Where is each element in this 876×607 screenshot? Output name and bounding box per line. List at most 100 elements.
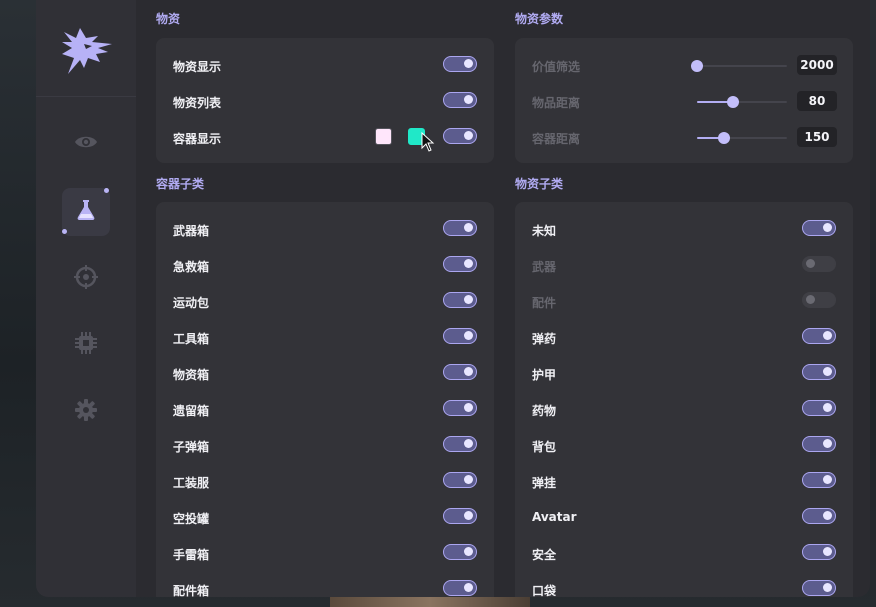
- item-list-toggle[interactable]: [443, 92, 477, 108]
- flask-icon: [74, 198, 98, 226]
- list-item: 配件箱: [156, 572, 494, 597]
- item-params-panel: 价值筛选 2000 物品距离 80 容器距离 150: [515, 38, 853, 163]
- container-display-toggle[interactable]: [443, 128, 477, 144]
- container-color-swatch[interactable]: [375, 128, 392, 145]
- container-type-label: 物资箱: [173, 368, 210, 382]
- item-type-label: 背包: [532, 440, 557, 454]
- container-type-label: 急救箱: [173, 260, 210, 274]
- chip-icon: [74, 331, 98, 359]
- container-types-panel: 武器箱 急救箱 运动包 工具箱 物资箱 遗留箱 子弹箱 工装服 空投罐 手雷箱 …: [156, 202, 494, 597]
- section-title-container-types: 容器子类: [156, 177, 205, 191]
- item-type-toggle[interactable]: [802, 436, 836, 452]
- container-type-toggle[interactable]: [443, 328, 477, 344]
- list-item: 价值筛选 2000: [515, 48, 853, 84]
- item-type-toggle[interactable]: [802, 364, 836, 380]
- container-type-toggle[interactable]: [443, 400, 477, 416]
- list-item: 药物: [515, 392, 853, 428]
- container-type-toggle[interactable]: [443, 544, 477, 560]
- list-item: 配件: [515, 284, 853, 320]
- active-indicator-dot: [62, 229, 67, 234]
- container-type-toggle[interactable]: [443, 436, 477, 452]
- item-type-label: 药物: [532, 404, 557, 418]
- item-type-label: 弹药: [532, 332, 557, 346]
- value-filter-label: 价值筛选: [532, 60, 581, 74]
- section-title-items: 物资: [156, 12, 181, 26]
- container-type-label: 子弹箱: [173, 440, 210, 454]
- container-type-toggle[interactable]: [443, 220, 477, 236]
- gear-icon: [74, 398, 98, 426]
- container-distance-label: 容器距离: [532, 132, 581, 146]
- list-item: 物品距离 80: [515, 84, 853, 120]
- item-type-toggle[interactable]: [802, 292, 836, 308]
- item-type-label: 武器: [532, 260, 557, 274]
- item-type-toggle[interactable]: [802, 256, 836, 272]
- item-type-toggle[interactable]: [802, 220, 836, 236]
- container-type-label: 空投罐: [173, 512, 210, 526]
- container-distance-value[interactable]: 150: [797, 127, 837, 147]
- sidebar-item-visual[interactable]: [62, 120, 110, 168]
- container-type-toggle[interactable]: [443, 580, 477, 596]
- list-item: 容器距离 150: [515, 120, 853, 156]
- container-type-label: 配件箱: [173, 584, 210, 597]
- item-type-toggle[interactable]: [802, 472, 836, 488]
- list-item: 武器: [515, 248, 853, 284]
- container-distance-slider[interactable]: [697, 132, 787, 144]
- background-artwork-strip: [330, 597, 530, 607]
- item-type-toggle[interactable]: [802, 508, 836, 524]
- list-item: 弹挂: [515, 464, 853, 500]
- item-type-label: Avatar: [532, 510, 577, 524]
- list-item: 口袋: [515, 572, 853, 597]
- list-item: 运动包: [156, 284, 494, 320]
- sidebar: [36, 0, 136, 597]
- section-title-item-types: 物资子类: [515, 177, 564, 191]
- container-type-toggle[interactable]: [443, 256, 477, 272]
- item-distance-slider[interactable]: [697, 96, 787, 108]
- container-type-toggle[interactable]: [443, 508, 477, 524]
- list-item: 容器显示: [156, 120, 494, 156]
- sidebar-item-items[interactable]: [62, 188, 110, 236]
- list-item: 工具箱: [156, 320, 494, 356]
- list-item: 物资箱: [156, 356, 494, 392]
- item-display-label: 物资显示: [173, 60, 222, 74]
- settings-content: 物资 物资参数 容器子类 物资子类 物资显示 物资列表 容器显示 价值筛选 20…: [136, 0, 870, 597]
- mouse-cursor-icon: [421, 132, 435, 152]
- value-filter-value[interactable]: 2000: [797, 55, 837, 75]
- list-item: 子弹箱: [156, 428, 494, 464]
- item-type-toggle[interactable]: [802, 580, 836, 596]
- container-type-label: 手雷箱: [173, 548, 210, 562]
- list-item: 遗留箱: [156, 392, 494, 428]
- container-type-toggle[interactable]: [443, 364, 477, 380]
- list-item: 物资列表: [156, 84, 494, 120]
- list-item: 弹药: [515, 320, 853, 356]
- container-type-label: 遗留箱: [173, 404, 210, 418]
- sidebar-divider: [36, 96, 136, 97]
- item-type-label: 安全: [532, 548, 557, 562]
- container-type-label: 运动包: [173, 296, 210, 310]
- item-type-toggle[interactable]: [802, 328, 836, 344]
- item-type-label: 护甲: [532, 368, 557, 382]
- slider-thumb[interactable]: [718, 132, 730, 144]
- slider-thumb[interactable]: [727, 96, 739, 108]
- app-window: 物资 物资参数 容器子类 物资子类 物资显示 物资列表 容器显示 价值筛选 20…: [36, 0, 870, 597]
- item-distance-value[interactable]: 80: [797, 91, 837, 111]
- item-type-toggle[interactable]: [802, 544, 836, 560]
- value-filter-slider[interactable]: [691, 60, 787, 72]
- list-item: 未知: [515, 212, 853, 248]
- list-item: 武器箱: [156, 212, 494, 248]
- eye-icon: [74, 130, 98, 158]
- list-item: 安全: [515, 536, 853, 572]
- section-title-item-params: 物资参数: [515, 12, 564, 26]
- list-item: 工装服: [156, 464, 494, 500]
- container-type-toggle[interactable]: [443, 292, 477, 308]
- sidebar-item-misc[interactable]: [62, 321, 110, 369]
- container-type-toggle[interactable]: [443, 472, 477, 488]
- items-panel: 物资显示 物资列表 容器显示: [156, 38, 494, 163]
- item-display-toggle[interactable]: [443, 56, 477, 72]
- sidebar-item-settings[interactable]: [62, 388, 110, 436]
- sidebar-item-aim[interactable]: [62, 255, 110, 303]
- crosshair-icon: [74, 265, 98, 293]
- item-type-label: 配件: [532, 296, 557, 310]
- item-type-toggle[interactable]: [802, 400, 836, 416]
- container-display-label: 容器显示: [173, 132, 222, 146]
- slider-thumb[interactable]: [691, 60, 703, 72]
